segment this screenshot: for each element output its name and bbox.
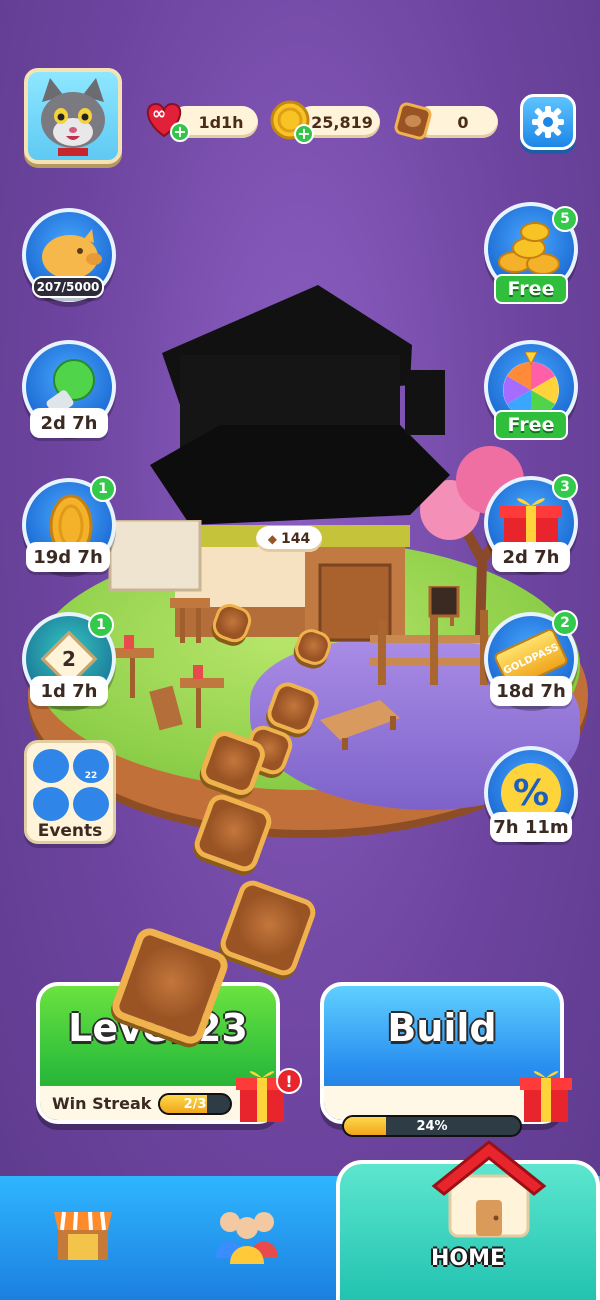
win-streak-value: 2/3 bbox=[183, 1096, 207, 1112]
add-coins-icon[interactable]: + bbox=[294, 124, 314, 144]
menu-board bbox=[428, 584, 460, 626]
build-progress: 24% bbox=[342, 1115, 522, 1137]
event-trophy-icon: 22 bbox=[73, 749, 109, 783]
unbuilt-house-silhouette bbox=[150, 285, 450, 545]
level-alert-badge: ! bbox=[276, 1068, 302, 1094]
win-streak-label: Win Streak bbox=[52, 1094, 152, 1113]
lives-value: 1d1h bbox=[198, 112, 244, 132]
build-progress-value: 24% bbox=[416, 1118, 448, 1134]
build-gift-icon[interactable] bbox=[518, 1066, 574, 1124]
events-label: Events bbox=[37, 821, 103, 841]
gear-icon bbox=[532, 106, 564, 138]
win-streak-progress: 2/3 bbox=[158, 1093, 232, 1115]
free-coins-label[interactable]: Free bbox=[494, 274, 568, 304]
race-event-timer: 1d 7h bbox=[30, 676, 108, 706]
event-chest-count: 22 bbox=[84, 771, 98, 781]
sale-timer: 7h 11m bbox=[490, 812, 572, 842]
piggy-bank-progress: 207/5000 bbox=[32, 276, 104, 298]
player-avatar[interactable] bbox=[24, 68, 122, 164]
coin-event-badge: 1 bbox=[90, 476, 116, 502]
add-lives-icon[interactable]: + bbox=[170, 122, 190, 142]
home-icon bbox=[430, 1136, 548, 1240]
shop-tab[interactable] bbox=[50, 1204, 116, 1264]
coin-icon[interactable]: + bbox=[270, 100, 314, 144]
wooden-dock bbox=[320, 700, 400, 750]
shop-icon bbox=[54, 1211, 112, 1260]
booster-timer: 2d 7h bbox=[30, 408, 108, 438]
coin-event-timer: 19d 7h bbox=[26, 542, 110, 572]
cafe-terrace bbox=[100, 518, 280, 750]
infinity-symbol: ∞ bbox=[152, 104, 167, 124]
gift-badge: 3 bbox=[552, 474, 578, 500]
gift-timer: 2d 7h bbox=[492, 542, 570, 572]
event-shovel-icon bbox=[33, 787, 69, 821]
gold-pass-badge: 2 bbox=[552, 610, 578, 636]
free-coins-badge: 5 bbox=[552, 206, 578, 232]
home-label: HOME bbox=[430, 1246, 506, 1271]
event-coins-icon bbox=[33, 749, 69, 783]
sale-symbol: % bbox=[512, 772, 550, 814]
race-rank: 2 bbox=[62, 646, 76, 671]
team-tab[interactable] bbox=[212, 1206, 282, 1264]
build-label: Build bbox=[387, 1006, 497, 1050]
coffee-bean-tile-icon bbox=[394, 102, 432, 140]
gold-pass-timer: 18d 7h bbox=[490, 676, 572, 706]
event-barrel-icon bbox=[73, 787, 109, 821]
coin-value: 25,819 bbox=[311, 112, 373, 132]
heart-icon[interactable]: ∞ + bbox=[142, 98, 190, 142]
tile-counter-value: 144 bbox=[281, 531, 311, 547]
team-icon bbox=[216, 1212, 278, 1264]
settings-button[interactable] bbox=[520, 94, 576, 150]
cat-avatar-icon bbox=[41, 78, 105, 156]
flying-tile bbox=[216, 876, 320, 980]
gold-pass-ticket-text: GOLDPASS bbox=[501, 641, 561, 677]
wheel-free-label[interactable]: Free bbox=[494, 410, 568, 440]
token-value: 0 bbox=[457, 112, 469, 132]
race-event-badge: 1 bbox=[88, 612, 114, 638]
events-button[interactable]: 22 Events bbox=[24, 740, 116, 844]
